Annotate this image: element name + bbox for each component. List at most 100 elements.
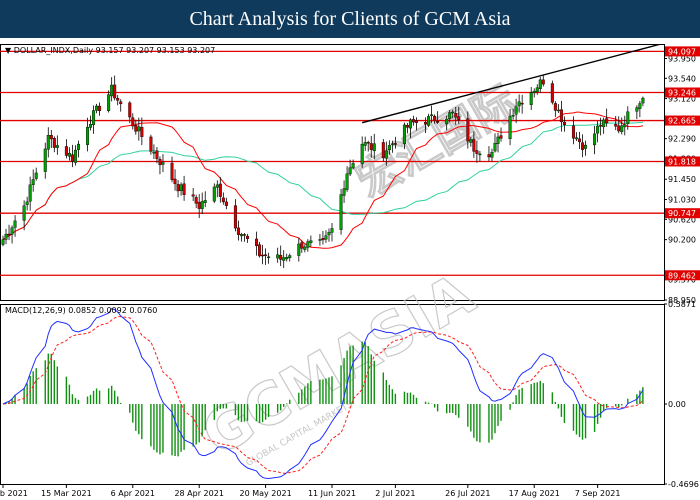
level-tag-label: 94.097: [668, 47, 696, 56]
candle-body: [73, 149, 77, 163]
candle-body: [559, 109, 563, 123]
macd-axis-label: 0.5871: [668, 300, 696, 309]
candle-body: [224, 201, 228, 206]
triangle-icon: ▼: [5, 46, 14, 55]
candle-body: [415, 120, 419, 123]
date-axis-label: 15 Mar 2021: [41, 489, 92, 498]
candle-body: [318, 239, 322, 241]
candle-body: [430, 114, 434, 116]
candle-body: [236, 227, 240, 235]
candle-body: [86, 126, 90, 145]
candle-body: [324, 235, 328, 240]
macd-label: MACD(12,26,9) 0.0852 0.0092 0.0760: [5, 306, 157, 315]
candle-body: [4, 233, 8, 240]
candle-body: [245, 235, 249, 239]
candle-body: [372, 143, 376, 152]
candle-body: [605, 118, 609, 124]
candle-body: [13, 220, 17, 228]
price-axis-label: 91.030: [668, 196, 696, 205]
candle-body: [445, 118, 449, 125]
price-panel[interactable]: [0, 44, 665, 301]
candle-body: [25, 201, 29, 205]
candle-body: [529, 92, 533, 105]
candle-body: [300, 242, 304, 249]
candle-body: [170, 162, 174, 180]
candle-body: [451, 111, 455, 114]
candle-body: [200, 201, 204, 209]
candle-body: [493, 142, 497, 152]
candle-body: [532, 90, 536, 94]
candle-body: [22, 205, 26, 221]
candle-body: [550, 83, 554, 103]
candle-body: [457, 116, 461, 120]
candle-body: [194, 197, 198, 204]
candle-body: [511, 114, 515, 117]
candle-body: [297, 243, 301, 256]
candle-body: [535, 87, 539, 93]
candle-body: [279, 255, 283, 260]
candle-body: [155, 150, 159, 159]
candle-body: [34, 172, 38, 179]
candle-body: [620, 125, 624, 133]
candle-body: [475, 150, 479, 154]
macd-axis-label: 0.00: [668, 400, 686, 409]
candle-body: [31, 179, 35, 185]
candle-body: [239, 234, 243, 237]
candle-body: [596, 125, 600, 134]
candle-body: [321, 238, 325, 241]
candle-body: [95, 105, 99, 111]
candle-body: [411, 119, 415, 123]
candle-body: [116, 98, 120, 101]
candle-body: [408, 119, 412, 129]
forex-chart[interactable]: GCMASIA 宏汇国际 GLOBAL CAPITAL MARKETS 93.9…: [0, 38, 700, 500]
candle-body: [161, 162, 165, 165]
candle-body: [581, 142, 585, 150]
candle-body: [306, 241, 310, 248]
candle-body: [52, 138, 56, 148]
candle-body: [215, 184, 219, 188]
candle-body: [366, 142, 370, 144]
candle-body: [242, 234, 246, 236]
candle-body: [285, 257, 289, 260]
candle-body: [614, 124, 618, 127]
date-axis-label: 20 May 2021: [240, 489, 292, 498]
level-tag-label: 93.246: [668, 88, 696, 97]
candle-body: [508, 116, 512, 139]
candle-body: [641, 97, 645, 104]
candle-body: [327, 231, 331, 236]
candle-body: [212, 186, 216, 202]
candle-body: [562, 121, 566, 125]
candle-body: [173, 178, 177, 185]
candle-body: [128, 102, 132, 118]
macd-axis-label: -0.4696: [668, 480, 699, 489]
candle-body: [98, 105, 102, 112]
candle-body: [288, 255, 292, 259]
candle-body: [158, 159, 162, 166]
date-axis-label: 2 Jul 2021: [375, 489, 415, 498]
candle-body: [436, 121, 440, 123]
candle-body: [638, 103, 642, 109]
candle-body: [499, 135, 503, 139]
candle-body: [46, 134, 50, 150]
candle-body: [149, 136, 153, 152]
candle-body: [602, 119, 606, 128]
candle-body: [10, 227, 14, 235]
date-axis-label: 7 Sep 2021: [575, 489, 621, 498]
candle-body: [584, 144, 588, 149]
candle-body: [1, 239, 5, 245]
candle-body: [574, 137, 578, 140]
symbol-label: DOLLAR_INDX,Daily: [14, 46, 94, 55]
candle-body: [469, 139, 473, 143]
candle-body: [140, 126, 144, 137]
candle-body: [107, 94, 111, 111]
candle-body: [255, 238, 259, 247]
candle-body: [179, 184, 183, 191]
candle-body: [578, 138, 582, 143]
candle-body: [514, 106, 518, 115]
candle-body: [203, 200, 207, 203]
candle-body: [67, 153, 71, 157]
candle-body: [218, 183, 222, 197]
candle-body: [282, 257, 286, 261]
candle-body: [76, 143, 80, 150]
candle-body: [339, 194, 343, 230]
